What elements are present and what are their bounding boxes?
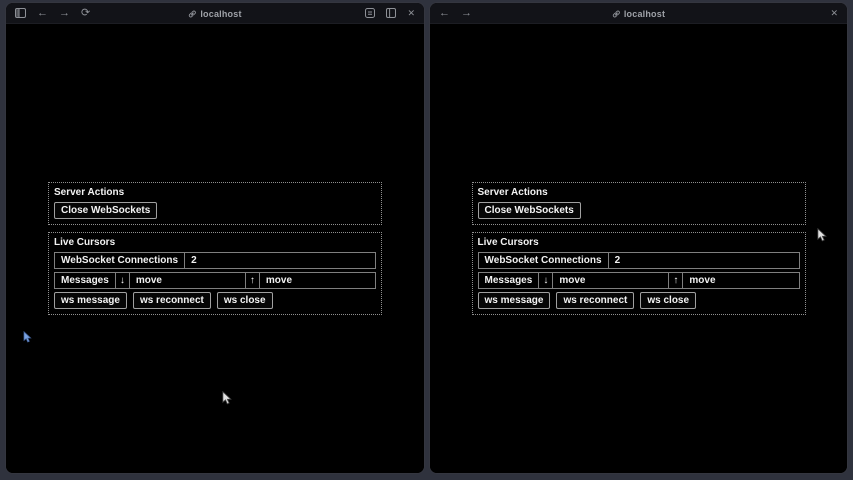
- ws-close-button[interactable]: ws close: [217, 292, 273, 309]
- websocket-connections-label: WebSocket Connections: [55, 253, 185, 268]
- reload-icon[interactable]: ⟳: [81, 8, 90, 19]
- ws-reconnect-button[interactable]: ws reconnect: [556, 292, 634, 309]
- close-window-icon[interactable]: ✕: [830, 9, 838, 18]
- forward-icon[interactable]: →: [59, 8, 70, 19]
- websocket-connections-value: 2: [609, 253, 799, 268]
- outgoing-message-value: move: [683, 273, 798, 288]
- titlebar-left-controls: ✕: [365, 8, 415, 18]
- websocket-connections-row: WebSocket Connections 2: [54, 252, 376, 269]
- arrow-down-icon: ↓: [116, 273, 130, 288]
- ws-close-button[interactable]: ws close: [640, 292, 696, 309]
- ws-message-button[interactable]: ws message: [478, 292, 551, 309]
- titlebar-left[interactable]: ← → ⟳ localhost: [6, 3, 424, 24]
- page-content-left: Server Actions Close WebSockets Live Cur…: [6, 24, 424, 473]
- server-actions-panel: Server Actions Close WebSockets: [472, 182, 806, 225]
- back-icon[interactable]: ←: [439, 8, 450, 19]
- titlebar-right-nav: ← →: [439, 8, 472, 19]
- page-content-right: Server Actions Close WebSockets Live Cur…: [430, 24, 847, 473]
- ws-message-button[interactable]: ws message: [54, 292, 127, 309]
- address-display[interactable]: localhost: [612, 3, 665, 24]
- websocket-connections-value: 2: [185, 253, 375, 268]
- titlebar-right-controls: ✕: [830, 9, 838, 18]
- messages-label: Messages: [55, 273, 116, 288]
- close-websockets-button[interactable]: Close WebSockets: [54, 202, 157, 219]
- server-actions-title: Server Actions: [478, 187, 800, 199]
- browser-window-left: ← → ⟳ localhost: [5, 2, 425, 474]
- messages-label: Messages: [479, 273, 540, 288]
- page-title: localhost: [200, 9, 241, 19]
- server-actions-panel: Server Actions Close WebSockets: [48, 182, 382, 225]
- close-websockets-button[interactable]: Close WebSockets: [478, 202, 581, 219]
- titlebar-right[interactable]: ← → localhost ✕: [430, 3, 847, 24]
- incoming-message-value: move: [553, 273, 669, 288]
- messages-row: Messages ↓ move ↑ move: [478, 272, 800, 289]
- link-icon: [188, 10, 196, 18]
- ws-reconnect-button[interactable]: ws reconnect: [133, 292, 211, 309]
- arrow-up-icon: ↑: [669, 273, 683, 288]
- address-display[interactable]: localhost: [188, 3, 241, 24]
- live-cursors-panel: Live Cursors WebSocket Connections 2 Mes…: [48, 232, 382, 315]
- browser-window-right: ← → localhost ✕ Server Ac: [429, 2, 848, 474]
- tabs-icon[interactable]: [386, 8, 396, 18]
- ws-actions-row: ws message ws reconnect ws close: [54, 289, 376, 309]
- arrow-up-icon: ↑: [246, 273, 260, 288]
- reader-view-icon[interactable]: [365, 8, 375, 18]
- outgoing-message-value: move: [260, 273, 375, 288]
- sidebar-toggle-icon[interactable]: [15, 8, 26, 18]
- live-cursors-title: Live Cursors: [478, 237, 800, 249]
- page-title: localhost: [624, 9, 665, 19]
- websocket-connections-label: WebSocket Connections: [479, 253, 609, 268]
- websocket-connections-row: WebSocket Connections 2: [478, 252, 800, 269]
- live-cursors-panel: Live Cursors WebSocket Connections 2 Mes…: [472, 232, 806, 315]
- titlebar-left-nav: ← → ⟳: [15, 8, 90, 19]
- server-actions-title: Server Actions: [54, 187, 376, 199]
- desktop-background: ← → ⟳ localhost: [0, 0, 853, 480]
- messages-row: Messages ↓ move ↑ move: [54, 272, 376, 289]
- live-cursors-title: Live Cursors: [54, 237, 376, 249]
- ws-actions-row: ws message ws reconnect ws close: [478, 289, 800, 309]
- incoming-message-value: move: [130, 273, 246, 288]
- close-window-icon[interactable]: ✕: [407, 9, 415, 18]
- link-icon: [612, 10, 620, 18]
- forward-icon[interactable]: →: [461, 8, 472, 19]
- arrow-down-icon: ↓: [539, 273, 553, 288]
- back-icon[interactable]: ←: [37, 8, 48, 19]
